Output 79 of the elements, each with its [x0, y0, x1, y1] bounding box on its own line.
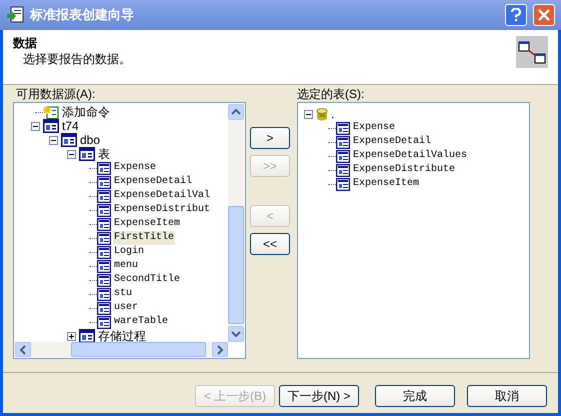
table-icon	[97, 274, 111, 286]
folder-table-icon	[79, 329, 95, 342]
collapse-icon[interactable]	[30, 122, 40, 130]
folder-table-icon	[79, 147, 95, 161]
table-icon	[336, 150, 350, 162]
help-button[interactable]	[505, 4, 527, 26]
table-icon	[97, 204, 111, 216]
table-icon	[97, 302, 111, 314]
tree-item[interactable]: t74	[61, 119, 80, 133]
expand-icon[interactable]	[66, 332, 76, 340]
tree-item[interactable]: dbo	[79, 133, 102, 147]
table-icon	[97, 190, 111, 202]
step-title: 数据	[13, 35, 38, 51]
arrow-right-icon	[216, 344, 224, 354]
tree-item[interactable]: ExpenseDistribut	[113, 203, 212, 217]
available-label: 可用数据源(A):	[16, 87, 96, 101]
arrow-up-icon	[231, 108, 241, 116]
close-button[interactable]	[533, 4, 555, 26]
collapse-icon[interactable]	[304, 110, 312, 118]
step-description: 选择要报告的数据。	[23, 51, 132, 67]
table-icon	[97, 232, 111, 244]
tree-item[interactable]: Expense	[113, 161, 158, 175]
collapse-icon[interactable]	[48, 136, 58, 144]
table-icon	[97, 260, 111, 272]
tree-item[interactable]: FirstTitle	[113, 231, 176, 245]
scroll-up-button[interactable]	[228, 104, 244, 120]
table-icon	[97, 162, 111, 174]
scroll-thumb[interactable]	[228, 206, 244, 324]
tree-item[interactable]: ExpenseItem	[113, 217, 182, 231]
app-icon	[6, 6, 24, 24]
wizard-button[interactable]: 完成	[375, 385, 455, 407]
tree-item[interactable]: stu	[113, 287, 134, 301]
wizard-button[interactable]: <<	[250, 233, 290, 255]
window-title: 标准报表创建向导	[30, 6, 135, 24]
tree-item[interactable]: .	[330, 107, 336, 121]
tree-item[interactable]: ExpenseDistribute	[352, 163, 456, 177]
vertical-scrollbar[interactable]	[228, 104, 244, 342]
tree-item[interactable]: 添加命令	[61, 105, 111, 119]
tree-item[interactable]: Login	[113, 245, 146, 259]
scroll-down-button[interactable]	[228, 326, 244, 342]
arrow-down-icon	[231, 330, 241, 338]
table-icon	[97, 246, 111, 258]
tree-item[interactable]: wareTable	[113, 315, 170, 329]
selected-label: 选定的表(S):	[297, 87, 366, 101]
database-icon	[316, 108, 328, 120]
table-icon	[97, 288, 111, 300]
tree-item[interactable]: ExpenseItem	[352, 177, 420, 191]
linked-tables-icon	[516, 36, 548, 68]
tree-item[interactable]: user	[113, 301, 140, 315]
tree-item[interactable]: menu	[113, 259, 140, 273]
scroll-left-button[interactable]	[15, 342, 31, 357]
table-icon	[97, 218, 111, 230]
wizard-button[interactable]: 取消	[467, 385, 547, 407]
tree-item[interactable]: 表	[97, 147, 111, 161]
table-icon	[97, 316, 111, 328]
help-icon	[511, 8, 521, 22]
tree-item[interactable]: ExpenseDetailVal	[113, 189, 212, 203]
tree-item[interactable]: ExpenseDetail	[113, 175, 194, 189]
tree-item[interactable]: 存储过程	[97, 329, 147, 342]
scroll-thumb[interactable]	[71, 342, 206, 357]
close-icon	[538, 9, 550, 21]
arrow-left-icon	[19, 344, 27, 354]
folder-table-icon	[43, 119, 59, 133]
wizard-button[interactable]: >	[250, 127, 290, 149]
table-icon	[97, 176, 111, 188]
horizontal-scrollbar[interactable]	[15, 342, 228, 357]
table-icon	[336, 122, 350, 134]
table-icon	[336, 178, 350, 190]
wizard-button[interactable]: 下一步(N) >	[279, 385, 359, 407]
table-icon	[336, 136, 350, 148]
tree-item[interactable]: SecondTitle	[113, 273, 182, 287]
folder-table-icon	[61, 133, 77, 147]
tree-item[interactable]: ExpenseDetail	[352, 135, 432, 149]
scroll-right-button[interactable]	[212, 342, 228, 357]
tree-item[interactable]: Expense	[352, 121, 396, 135]
tree-item[interactable]: ExpenseDetailValues	[352, 149, 468, 163]
add-command-icon	[43, 105, 59, 119]
table-icon	[336, 164, 350, 176]
collapse-icon[interactable]	[66, 150, 76, 158]
